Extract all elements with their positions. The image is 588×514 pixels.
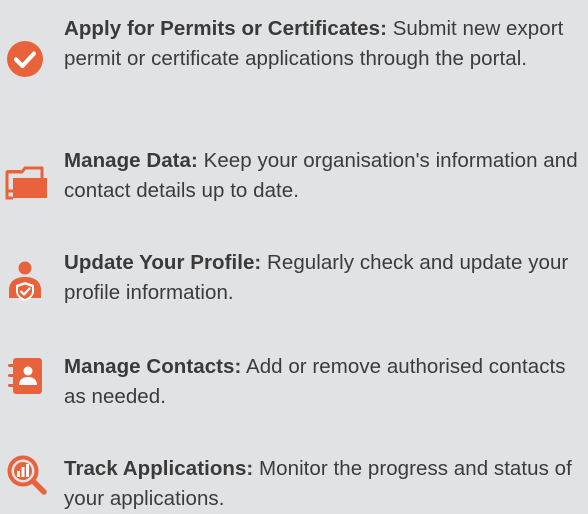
address-book-icon — [4, 354, 50, 400]
list-item-text: Manage Contacts: Add or remove authorise… — [64, 352, 586, 412]
list-item-text: Track Applications: Monitor the progress… — [64, 454, 586, 514]
list-item-title: Track Applications: — [64, 457, 254, 480]
list-item-title: Manage Data: — [64, 149, 198, 172]
folders-icon — [4, 158, 50, 204]
list-item-title: Update Your Profile: — [64, 251, 262, 274]
magnifier-chart-icon — [4, 452, 50, 498]
list-item-text: Apply for Permits or Certificates: Submi… — [64, 14, 586, 74]
list-item-title: Apply for Permits or Certificates: — [64, 17, 387, 40]
list-item-title: Manage Contacts: — [64, 355, 242, 378]
check-circle-icon — [4, 36, 50, 82]
feature-list: Apply for Permits or Certificates: Submi… — [0, 0, 588, 514]
user-shield-icon — [4, 258, 50, 304]
list-item-text: Manage Data: Keep your organisation's in… — [64, 146, 586, 206]
list-item-text: Update Your Profile: Regularly check and… — [64, 248, 586, 308]
